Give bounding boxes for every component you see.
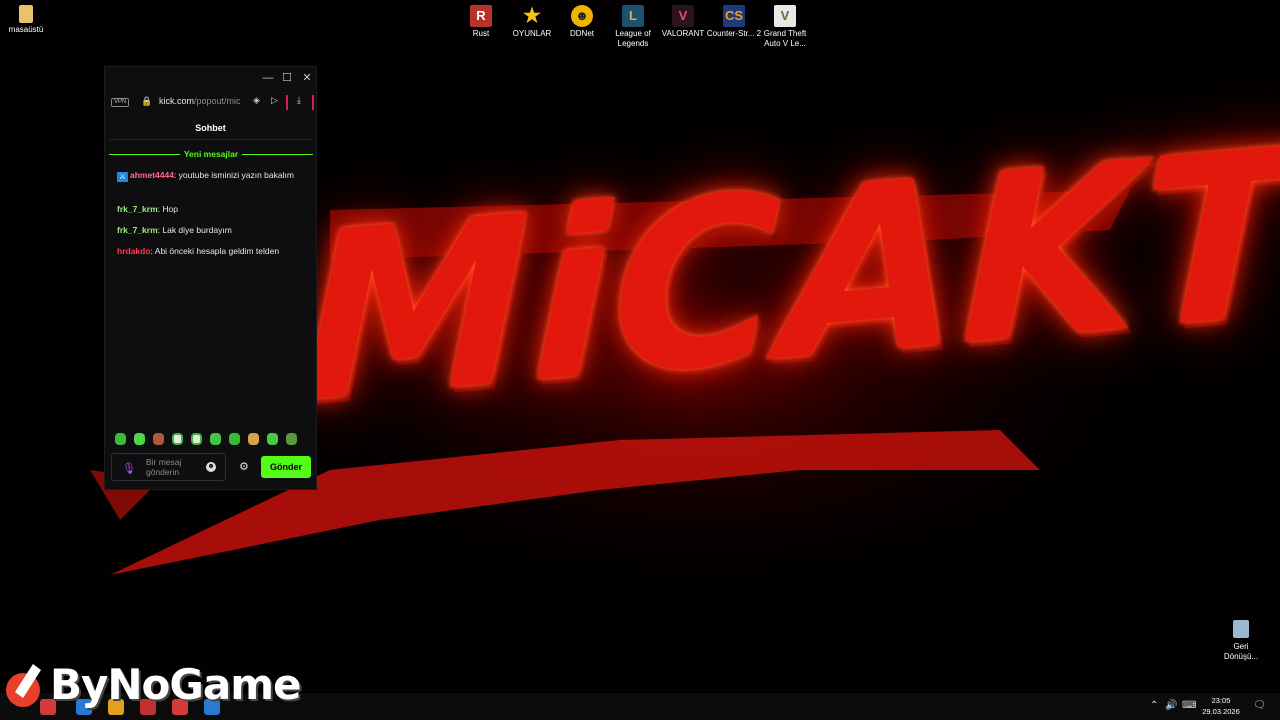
desktop-icon-oyunlar[interactable]: ★ OYUNLAR: [504, 5, 560, 39]
desktop-icon-label: Geri Dönüşü...: [1223, 642, 1259, 661]
desktop-icon-league-of-legends[interactable]: L League of Legends: [605, 5, 661, 49]
emote-icon[interactable]: [115, 433, 126, 445]
valorant-icon: V: [672, 5, 694, 27]
chat-message-text: : Abi önceki hesapla geldim telden: [150, 246, 280, 256]
emote-icon[interactable]: [286, 433, 297, 445]
divider: [312, 95, 314, 110]
volume-icon[interactable]: 🔊: [1165, 700, 1177, 711]
notification-icon[interactable]: 🗨: [1253, 700, 1266, 711]
folder-icon: [19, 5, 33, 23]
keyboard-icon[interactable]: ⌨: [1182, 700, 1196, 711]
moderator-badge-icon: ⚔: [117, 172, 128, 182]
clock-time: 23:05: [1211, 696, 1231, 705]
window-titlebar: — ☐ ✕: [105, 67, 316, 89]
desktop-icon-rust[interactable]: R Rust: [453, 5, 509, 39]
desktop-icon-gta[interactable]: V Grand Theft Auto V Le...: [757, 5, 813, 49]
taskbar-clock[interactable]: 23:05 29.03.2026: [1202, 695, 1240, 717]
desktop-icon-label: Grand Theft Auto V Le...: [763, 29, 807, 48]
divider: [109, 139, 313, 140]
gear-icon[interactable]: ⚙: [239, 460, 249, 473]
desktop-icon-ddnet[interactable]: ☻ DDNet: [554, 5, 610, 39]
watermark-text: ByNoGame: [50, 660, 301, 709]
chat-message-input[interactable]: 🎙 Bir mesaj gönderin ☻: [111, 453, 226, 481]
desktop: MiCAKT masaüstü R Rust ★ OYUNLAR ☻ DDNet…: [0, 0, 1280, 720]
desktop-icon-recycle-bin[interactable]: Geri Dönüşü...: [1221, 620, 1261, 662]
emote-icon[interactable]: [134, 433, 145, 445]
vpn-badge[interactable]: VPN: [111, 98, 130, 107]
desktop-icon-label: Counter-Str... 2: [706, 29, 762, 38]
chat-message-text: : youtube isminizi yazın bakalım: [173, 170, 294, 180]
desktop-icon-label: masaüstü: [8, 25, 44, 34]
chat-message-text: : Hop: [157, 204, 178, 214]
star-icon: ★: [523, 5, 541, 27]
desktop-icon-label: OYUNLAR: [512, 29, 552, 38]
chevron-up-icon[interactable]: ⌃: [1150, 700, 1158, 711]
desktop-icon-label: DDNet: [569, 29, 594, 38]
desktop-icon-label: Rust: [472, 29, 490, 38]
desktop-icon-label: VALORANT: [661, 29, 705, 38]
new-messages-label: Yeni mesajlar: [109, 149, 313, 160]
chat-message[interactable]: hrdakdo: Abi önceki hesapla geldim telde…: [117, 245, 302, 257]
desktop-icon-counter-strike[interactable]: CS Counter-Str... 2: [706, 5, 762, 39]
url-host: kick.com: [159, 96, 195, 106]
emote-icon[interactable]: [191, 433, 202, 445]
maximize-button[interactable]: ☐: [280, 71, 294, 85]
desktop-icon-valorant[interactable]: V VALORANT: [655, 5, 711, 39]
recycle-bin-icon: [1233, 620, 1249, 638]
download-icon[interactable]: ⤓: [297, 95, 301, 106]
gta-icon: V: [774, 5, 796, 27]
chat-popout-window: — ☐ ✕ VPN 🔒 kick.com/popout/mic ◈ ▷ ⤓ So…: [104, 66, 317, 490]
emote-icon[interactable]: [172, 433, 183, 445]
emote-icon[interactable]: [248, 433, 259, 445]
clock-date: 29.03.2026: [1202, 707, 1240, 716]
chat-title: Sohbet: [195, 123, 226, 133]
counter-strike-icon: CS: [723, 5, 745, 27]
share-icon[interactable]: ▷: [271, 95, 278, 106]
address-bar[interactable]: VPN 🔒 kick.com/popout/mic ◈ ▷ ⤓: [105, 93, 316, 111]
chat-message[interactable]: frk_7_krm: Hop: [117, 203, 302, 215]
send-button[interactable]: Gönder: [261, 456, 311, 478]
bynogame-logo-icon: [6, 664, 41, 707]
emote-icon[interactable]: [267, 433, 278, 445]
chat-message[interactable]: frk_7_krm: Lak diye burdayım: [117, 224, 302, 236]
emote-icon[interactable]: [153, 433, 164, 445]
new-messages-text: Yeni mesajlar: [179, 149, 243, 159]
lock-icon[interactable]: 🔒: [141, 96, 152, 107]
chat-username[interactable]: hrdakdo: [117, 246, 151, 256]
chat-message[interactable]: ⚔ ahmet4444: youtube isminizi yazın bakal…: [117, 169, 302, 182]
emote-icon[interactable]: [210, 433, 221, 445]
chat-username[interactable]: frk_7_krm: [117, 204, 158, 214]
chat-username[interactable]: frk_7_krm: [117, 225, 158, 235]
minimize-button[interactable]: —: [261, 71, 275, 85]
watermark: ByNoGame: [0, 652, 301, 720]
ddnet-icon: ☻: [571, 5, 593, 27]
chat-message-text: : Lak diye burdayım: [157, 225, 232, 235]
microphone-icon[interactable]: 🎙: [122, 462, 136, 475]
desktop-icon-label: League of Legends: [615, 29, 651, 48]
url-text[interactable]: kick.com/popout/mic: [159, 96, 249, 106]
close-button[interactable]: ✕: [300, 71, 314, 85]
divider: [286, 95, 288, 110]
rust-icon: R: [470, 5, 492, 27]
desktop-icon-masaustu[interactable]: masaüstü: [0, 5, 54, 35]
input-placeholder: Bir mesaj gönderin: [146, 457, 182, 477]
emote-icon[interactable]: [229, 433, 240, 445]
chat-username[interactable]: ahmet4444: [130, 170, 174, 180]
new-messages-divider: Yeni mesajlar: [109, 149, 313, 161]
emoji-picker-icon[interactable]: ☻: [206, 462, 216, 472]
league-icon: L: [622, 5, 644, 27]
shield-icon[interactable]: ◈: [253, 95, 260, 106]
url-path: /popout/mic: [194, 96, 241, 106]
